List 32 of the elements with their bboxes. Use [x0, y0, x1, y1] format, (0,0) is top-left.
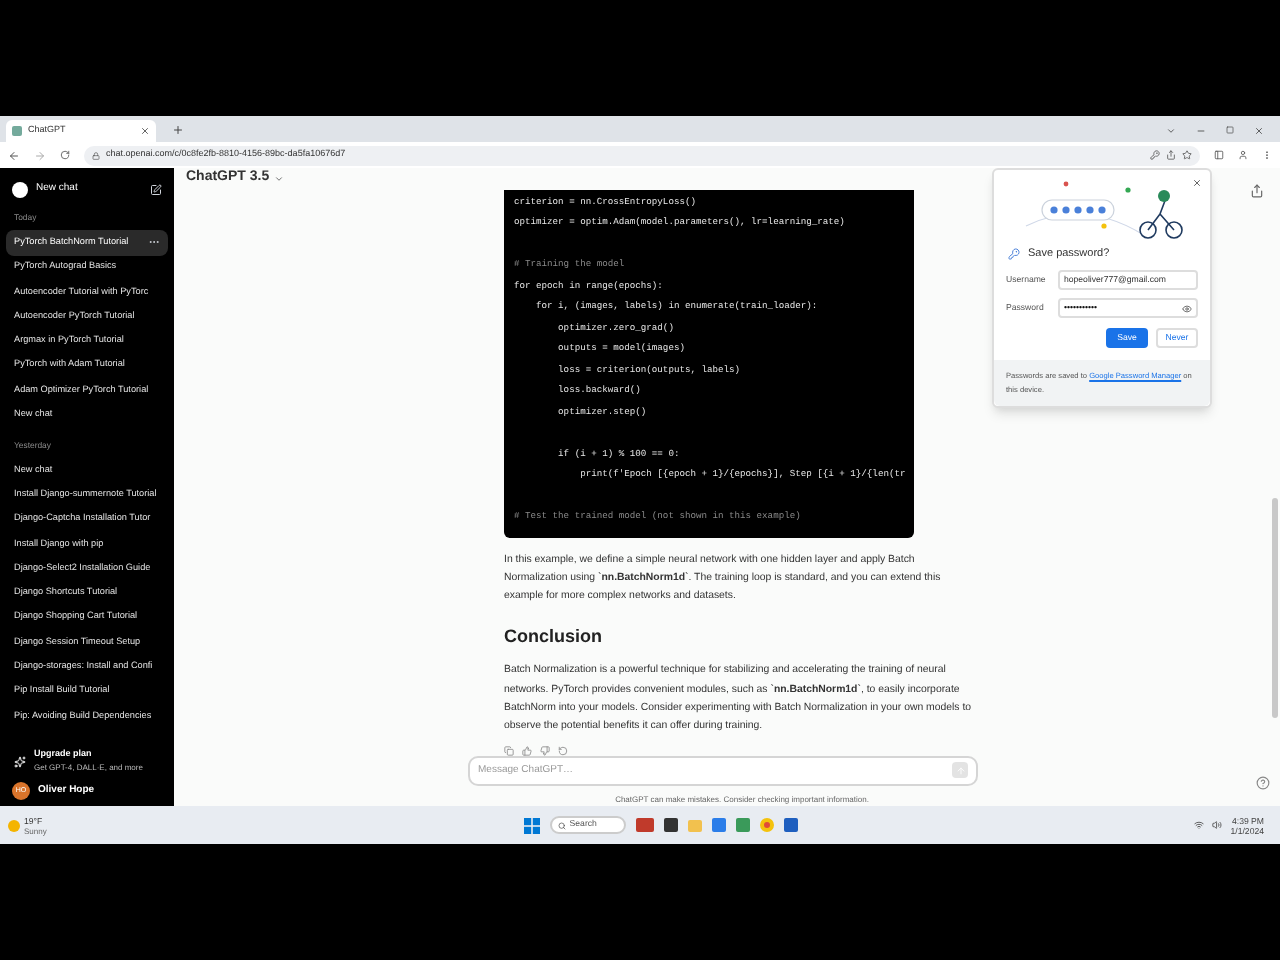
- windows-logo-icon[interactable]: [523, 817, 540, 833]
- caret-icon[interactable]: [273, 173, 284, 184]
- sun-icon: [8, 819, 20, 831]
- section-heading: Conclusion: [504, 623, 604, 650]
- profile-icon[interactable]: [1238, 150, 1248, 160]
- new-tab-icon[interactable]: [172, 124, 184, 136]
- reload-icon[interactable]: [60, 150, 70, 160]
- search-icon: [557, 821, 566, 829]
- back-icon[interactable]: [8, 149, 20, 161]
- browser-icon[interactable]: [759, 818, 774, 832]
- minimize-icon[interactable]: [1196, 126, 1206, 136]
- share-icon[interactable]: [1166, 150, 1176, 160]
- show-password-icon[interactable]: [1182, 303, 1192, 314]
- share-chat-icon[interactable]: [1250, 184, 1264, 198]
- key-icon[interactable]: [1150, 150, 1160, 160]
- copy-icon[interactable]: [504, 745, 514, 756]
- new-chat-icon[interactable]: [150, 184, 162, 196]
- lock-icon: [92, 151, 100, 159]
- regenerate-icon[interactable]: [558, 745, 568, 756]
- side-panel-icon[interactable]: [1214, 150, 1224, 160]
- help-icon[interactable]: [1256, 776, 1270, 790]
- app-icon[interactable]: [783, 818, 798, 832]
- sparkle-icon: [14, 755, 26, 768]
- arrow-up-icon: [955, 765, 965, 776]
- tab-list-icon[interactable]: [1166, 126, 1176, 136]
- bookmark-star-icon[interactable]: [1182, 150, 1192, 160]
- key-icon: [1008, 248, 1020, 261]
- thumbs-down-icon[interactable]: [540, 745, 550, 756]
- thumbs-up-icon[interactable]: [522, 745, 532, 756]
- wifi-icon[interactable]: [1194, 820, 1205, 830]
- maximize-icon[interactable]: [1226, 126, 1234, 134]
- volume-icon[interactable]: [1212, 820, 1223, 830]
